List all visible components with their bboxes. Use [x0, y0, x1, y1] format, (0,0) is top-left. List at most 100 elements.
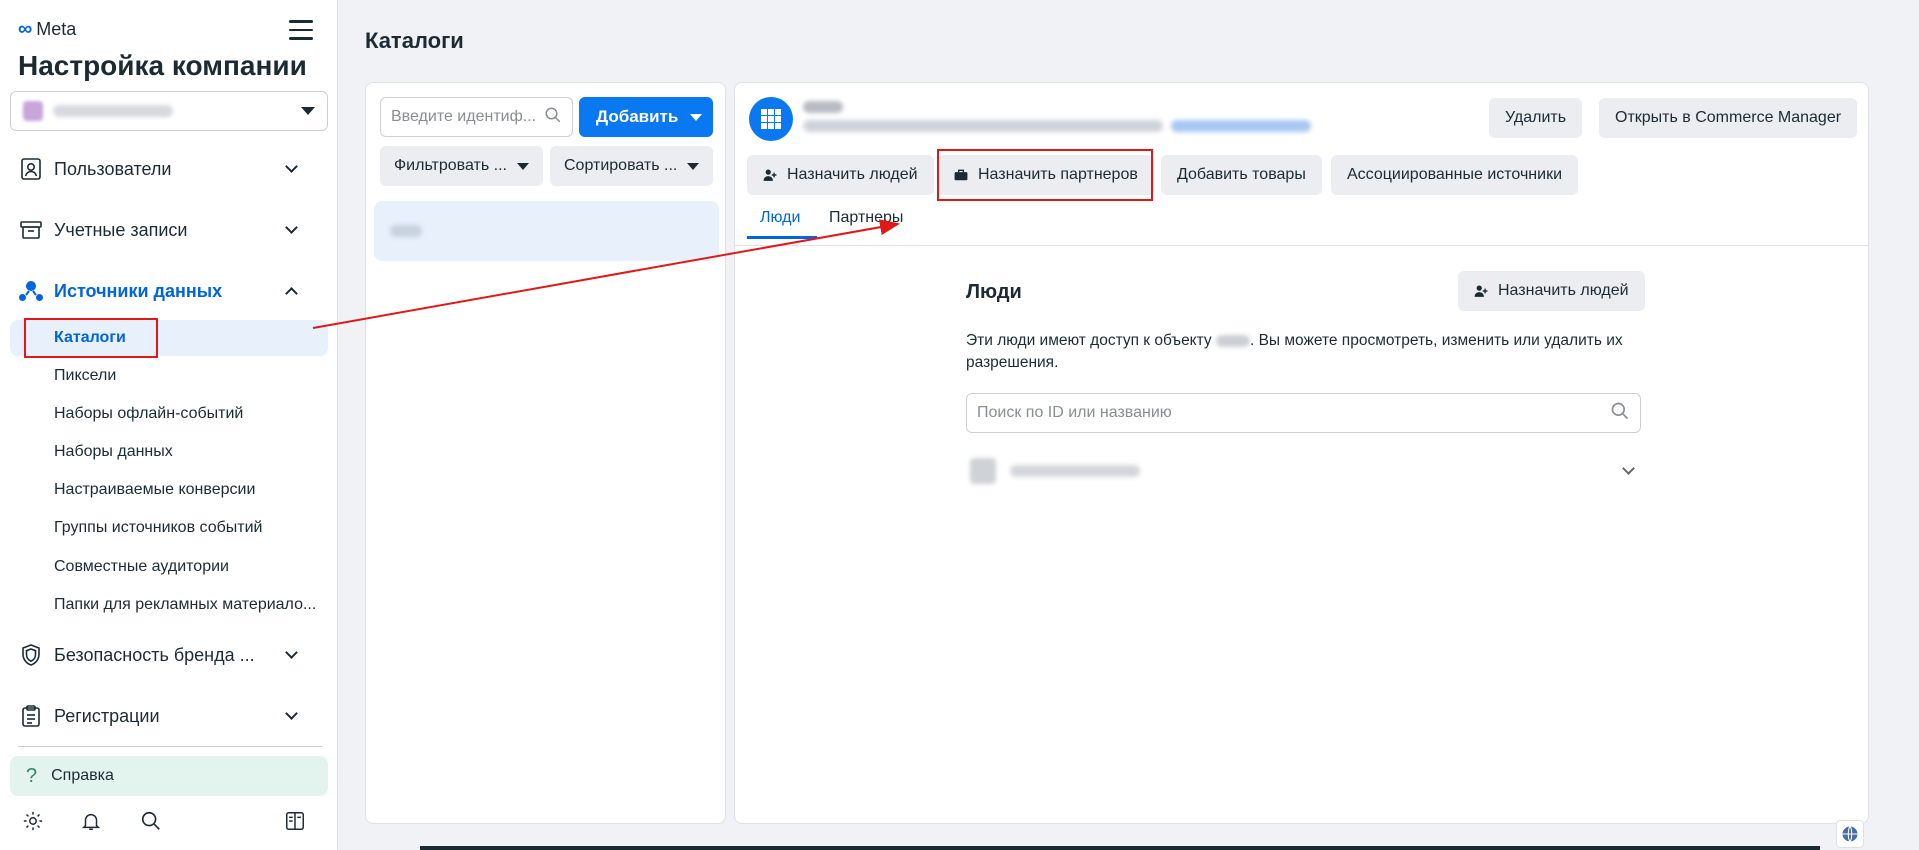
open-commerce-label: Открыть в Commerce Manager — [1615, 109, 1842, 126]
nav-registrations[interactable]: Регистрации — [10, 696, 328, 736]
chevron-down-icon[interactable] — [1622, 461, 1635, 475]
description-text: Эти люди имеют доступ к объекту — [966, 332, 1212, 349]
bell-icon[interactable] — [78, 808, 104, 834]
people-description: Эти люди имеют доступ к объекту . Вы мож… — [966, 330, 1646, 374]
chevron-down-icon — [285, 645, 298, 659]
caret-down-icon — [690, 113, 703, 121]
catalog-grid-icon — [749, 97, 793, 141]
catalog-search-input[interactable]: Введите идентиф... — [380, 97, 573, 137]
sidebar-item-shared-audiences[interactable]: Совместные аудитории — [10, 549, 328, 585]
nav-data-sources[interactable]: Источники данных — [10, 271, 328, 311]
people-search-input[interactable]: Поиск по ID или названию — [966, 393, 1641, 433]
sidebar-item-datasets[interactable]: Наборы данных — [10, 434, 328, 470]
question-mark-icon: ? — [26, 764, 38, 787]
person-row[interactable] — [966, 451, 1641, 491]
nav-brand-safety[interactable]: Безопасность бренда ... — [10, 635, 328, 675]
catalog-name-redacted — [803, 101, 843, 113]
assign-people-button[interactable]: Назначить людей — [747, 155, 934, 195]
filter-button[interactable]: Фильтровать ... — [380, 146, 543, 186]
associated-sources-label: Ассоциированные источники — [1347, 166, 1562, 183]
delete-label: Удалить — [1505, 109, 1567, 126]
help-label: Справка — [51, 767, 114, 784]
panel-toggle-icon[interactable] — [282, 808, 308, 834]
chevron-down-icon — [285, 706, 298, 720]
account-avatar — [23, 101, 43, 121]
annotation-box-catalogs — [24, 318, 158, 358]
person-add-icon — [1474, 284, 1488, 298]
page-title: Каталоги — [365, 28, 464, 53]
nav-accounts[interactable]: Учетные записи — [10, 210, 328, 250]
sidebar: ∞ Meta Настройка компании Пользователи У… — [0, 0, 338, 850]
menu-icon[interactable] — [289, 20, 313, 40]
catalog-list-panel: Введите идентиф... Добавить Фильтровать … — [365, 82, 726, 824]
filter-label: Фильтровать ... — [394, 157, 507, 174]
sidebar-item-label: Наборы данных — [54, 443, 173, 460]
open-commerce-manager-button[interactable]: Открыть в Commerce Manager — [1599, 98, 1858, 138]
sidebar-item-label: Папки для рекламных материало... — [54, 596, 317, 613]
nav-label: Пользователи — [54, 158, 172, 179]
add-products-button[interactable]: Добавить товары — [1161, 155, 1322, 195]
help-item[interactable]: ? Справка — [10, 756, 328, 796]
chevron-down-icon — [285, 220, 298, 234]
divider — [735, 245, 1868, 246]
search-placeholder: Введите идентиф... — [391, 108, 537, 125]
nav-label: Учетные записи — [54, 219, 188, 240]
tab-people[interactable]: Люди — [747, 201, 817, 239]
person-name-redacted — [1010, 465, 1140, 477]
chevron-down-icon — [285, 159, 298, 173]
people-section-title: Люди — [966, 281, 1022, 303]
delete-button[interactable]: Удалить — [1489, 98, 1583, 138]
chevron-up-icon — [285, 286, 298, 300]
caret-down-icon — [687, 162, 700, 170]
sidebar-item-custom-conversions[interactable]: Настраиваемые конверсии — [10, 472, 328, 508]
sidebar-item-label: Пиксели — [54, 367, 117, 384]
assign-people-label: Назначить людей — [787, 166, 918, 183]
search-icon — [544, 106, 562, 129]
sidebar-footer — [20, 808, 310, 836]
catalog-name-redacted — [390, 225, 422, 237]
caret-down-icon — [301, 107, 315, 115]
add-button-label: Добавить — [596, 107, 679, 126]
nav-label: Регистрации — [54, 705, 160, 726]
sidebar-item-event-source-groups[interactable]: Группы источников событий — [10, 510, 328, 546]
assign-people-secondary-button[interactable]: Назначить людей — [1458, 271, 1645, 311]
tab-partners[interactable]: Партнеры — [829, 201, 909, 239]
object-name-redacted — [1215, 334, 1250, 347]
accounts-icon — [18, 217, 44, 243]
nav-label: Безопасность бренда ... — [54, 644, 255, 665]
annotation-box-assign-partners — [937, 149, 1153, 201]
sidebar-item-offline-event-sets[interactable]: Наборы офлайн-событий — [10, 396, 328, 432]
add-button[interactable]: Добавить — [579, 97, 713, 137]
language-globe-icon[interactable] — [1836, 820, 1864, 848]
sidebar-item-label: Совместные аудитории — [54, 558, 229, 575]
business-account-select[interactable] — [10, 91, 328, 131]
meta-infinity-icon: ∞ — [18, 18, 33, 40]
shield-icon — [18, 642, 44, 668]
clipboard-icon — [18, 703, 44, 729]
users-icon — [18, 156, 44, 182]
sort-button[interactable]: Сортировать ... — [550, 146, 714, 186]
page-heading: Настройка компании — [18, 50, 307, 81]
catalog-link-redacted — [1171, 120, 1311, 132]
sidebar-item-creative-folders[interactable]: Папки для рекламных материало... — [10, 587, 328, 623]
search-icon — [1610, 401, 1630, 426]
sort-label: Сортировать ... — [564, 157, 678, 174]
search-icon[interactable] — [138, 808, 164, 834]
add-products-label: Добавить товары — [1177, 166, 1306, 183]
sidebar-item-label: Группы источников событий — [54, 519, 263, 536]
account-name-redacted — [53, 105, 173, 117]
person-add-icon — [763, 168, 777, 182]
sidebar-item-pixels[interactable]: Пиксели — [10, 358, 328, 394]
assign-people-label: Назначить людей — [1498, 282, 1629, 299]
search-placeholder: Поиск по ID или названию — [977, 404, 1172, 421]
catalog-list-item[interactable] — [374, 201, 719, 261]
nav-users[interactable]: Пользователи — [10, 149, 328, 189]
data-sources-icon — [18, 278, 44, 304]
gear-icon[interactable] — [20, 808, 46, 834]
associated-sources-button[interactable]: Ассоциированные источники — [1331, 155, 1578, 195]
catalog-detail-panel: Удалить Открыть в Commerce Manager Назна… — [734, 82, 1869, 824]
catalog-owner-redacted — [803, 120, 1163, 132]
avatar — [970, 458, 996, 484]
meta-logo[interactable]: ∞ Meta — [18, 18, 76, 41]
sidebar-item-label: Настраиваемые конверсии — [54, 481, 256, 498]
